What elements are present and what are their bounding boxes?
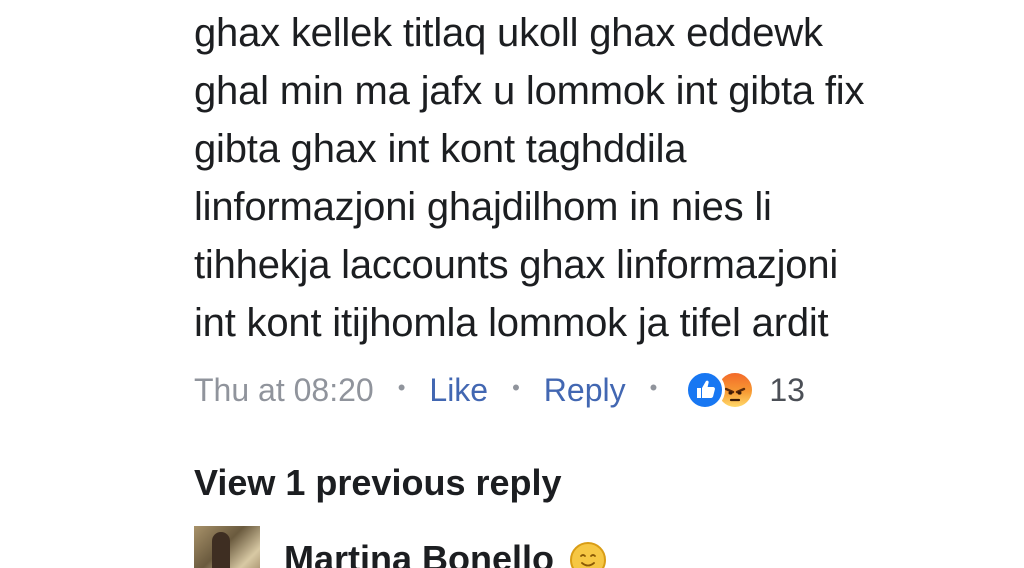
separator-dot: • (649, 375, 658, 400)
separator-dot: • (397, 375, 406, 400)
like-button[interactable]: Like (429, 372, 488, 409)
avatar-figure (212, 532, 230, 568)
comment-thread: ghax kellek titlaq ukoll ghax eddewk gha… (0, 0, 1024, 568)
comment-line: int kont itijhomla lommok ja tifel ardit (194, 301, 829, 345)
comment-text: ghax kellek titlaq ukoll ghax eddewk gha… (194, 4, 1014, 352)
reaction-count: 13 (769, 371, 805, 408)
comment-line: gibta ghax int kont taghddila (194, 127, 687, 171)
view-previous-replies-link[interactable]: View 1 previous reply (194, 462, 562, 504)
comment-line: tihhekja laccounts ghax linformazjoni (194, 243, 839, 287)
comment-action-bar: Thu at 08:20 • Like • Reply • 13 (194, 368, 805, 412)
comment-timestamp[interactable]: Thu at 08:20 (194, 372, 374, 409)
comment-line: ghal min ma jafx u lommok int gibta fix (194, 69, 865, 113)
separator-dot: • (512, 375, 520, 400)
avatar[interactable] (194, 526, 260, 568)
like-reaction-icon (685, 370, 726, 410)
smiling-face-icon (570, 542, 607, 568)
comment-line: linformazjoni ghajdilhom in nies li (194, 185, 772, 229)
comment-line: ghax kellek titlaq ukoll ghax eddewk (194, 11, 823, 55)
reactions-summary[interactable]: 13 (685, 370, 805, 410)
reply-item: Martina Bonello (194, 526, 607, 568)
reply-button[interactable]: Reply (544, 372, 626, 409)
reply-author-name[interactable]: Martina Bonello (284, 538, 554, 568)
